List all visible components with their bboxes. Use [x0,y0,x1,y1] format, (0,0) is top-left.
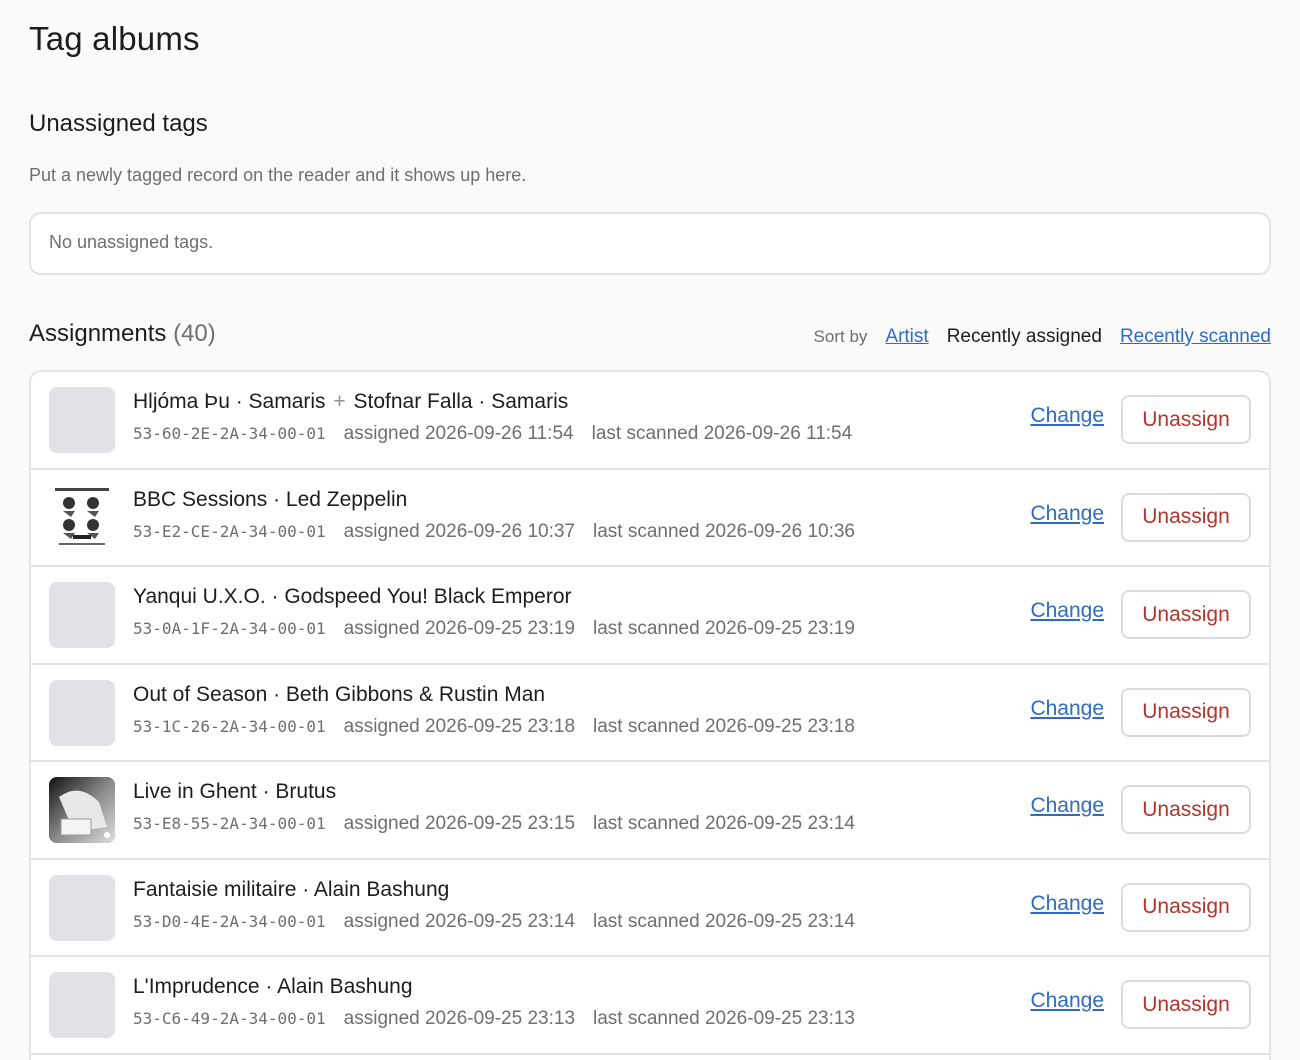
last-scanned-time: last scanned 2026-09-26 10:36 [593,520,855,542]
unassign-button[interactable]: Unassign [1121,590,1251,639]
album-title-primary: Live in Ghent · Brutus [133,780,337,803]
sort-option-recently-assigned: Recently assigned [946,326,1102,347]
tag-id: 53-0A-1F-2A-34-00-01 [133,619,326,638]
tag-id: 53-E8-55-2A-34-00-01 [133,814,326,833]
assignment-meta: 53-1C-26-2A-34-00-01 assigned 2026-09-25… [133,716,855,738]
assignment-row: Out of Season · Beth Gibbons & Rustin Ma… [31,665,1269,762]
tag-id: 53-E2-CE-2A-34-00-01 [133,521,326,541]
change-link[interactable]: Change [1030,989,1104,1013]
assignments-header: Assignments (40) Sort by Artist Recently… [29,320,1271,354]
assignment-row: Yanqui U.X.O. · Godspeed You! Black Empe… [31,567,1269,665]
unassign-button[interactable]: Unassign [1121,882,1251,932]
assigned-time: assigned 2026-09-25 23:14 [343,910,576,932]
unassign-button[interactable]: Unassign [1121,687,1251,737]
album-title: Hljóma Þu · Samaris + Stofnar Falla · Sa… [133,390,568,414]
album-art [49,972,115,1038]
album-title-plus: + [333,390,346,413]
unassign-button[interactable]: Unassign [1121,395,1251,444]
unassigned-empty-box: No unassigned tags. [29,212,1271,275]
album-title-primary: Yanqui U.X.O. · Godspeed You! Black Empe… [133,585,572,608]
album-title: L'Imprudence · Alain Bashung [133,975,413,999]
assignment-meta: 53-C6-49-2A-34-00-01 assigned 2026-09-25… [133,1008,855,1030]
album-title-primary: BBC Sessions · Led Zeppelin [133,487,408,511]
last-scanned-time: last scanned 2026-09-25 23:13 [593,1008,855,1029]
unassign-button[interactable]: Unassign [1121,980,1251,1029]
album-title: Yanqui U.X.O. · Godspeed You! Black Empe… [133,585,572,609]
album-title: BBC Sessions · Led Zeppelin [133,488,407,512]
sort-label: Sort by [813,327,868,346]
assignments-count: (40) [173,320,216,347]
album-title-primary: Fantaisie militaire · Alain Bashung [133,877,450,901]
tag-id: 53-D0-4E-2A-34-00-01 [133,911,326,931]
assignment-row: Fantaisie militaire · Alain Bashung 53-D… [31,860,1269,957]
assigned-time: assigned 2026-09-26 11:54 [343,423,574,444]
sort-option-artist[interactable]: Artist [885,326,928,348]
change-link[interactable]: Change [1030,502,1104,526]
assigned-time: assigned 2026-09-25 23:19 [343,618,576,639]
album-title: Fantaisie militaire · Alain Bashung [133,878,449,902]
album-art [49,582,115,648]
assignments-list: Hljóma Þu · Samaris + Stofnar Falla · Sa… [29,370,1271,1060]
unassigned-empty-text: No unassigned tags. [49,232,214,252]
last-scanned-time: last scanned 2026-09-25 23:14 [593,813,855,834]
last-scanned-time: last scanned 2026-09-25 23:18 [593,715,855,737]
change-link[interactable]: Change [1030,404,1104,428]
assignment-meta: 53-E8-55-2A-34-00-01 assigned 2026-09-25… [133,813,855,835]
change-link[interactable]: Change [1030,599,1104,623]
album-title-primary: Hljóma Þu · Samaris [133,390,326,413]
last-scanned-time: last scanned 2026-09-25 23:14 [593,910,855,932]
assignment-row: L'Imprudence · Alain Bashung 53-C6-49-2A… [31,957,1269,1055]
album-title: Live in Ghent · Brutus [133,780,336,804]
assigned-time: assigned 2026-09-25 23:13 [343,1008,576,1029]
assignment-meta: 53-0A-1F-2A-34-00-01 assigned 2026-09-25… [133,618,855,640]
album-art [49,777,115,843]
last-scanned-time: last scanned 2026-09-26 11:54 [591,423,853,444]
page-title: Tag albums [29,20,200,57]
album-art [49,387,115,453]
assignment-row: BBC Sessions · Led Zeppelin 53-E2-CE-2A-… [31,470,1269,567]
assigned-time: assigned 2026-09-25 23:18 [343,715,576,737]
assignments-title: Assignments (40) [29,320,216,348]
tag-id: 53-1C-26-2A-34-00-01 [133,716,326,736]
album-title-primary: Out of Season · Beth Gibbons & Rustin Ma… [133,682,546,706]
tag-id: 53-60-2E-2A-34-00-01 [133,424,326,443]
sort-bar: Sort by Artist Recently assigned Recentl… [814,326,1271,348]
assigned-time: assigned 2026-09-25 23:15 [343,813,576,834]
sort-option-recently-scanned[interactable]: Recently scanned [1120,326,1271,348]
assignments-title-text: Assignments [29,320,167,347]
album-art [49,484,115,551]
unassigned-hint: Put a newly tagged record on the reader … [29,165,527,185]
album-title: Out of Season · Beth Gibbons & Rustin Ma… [133,683,545,707]
album-title-secondary: Stofnar Falla · Samaris [353,390,569,413]
unassign-button[interactable]: Unassign [1121,785,1251,834]
assigned-time: assigned 2026-09-26 10:37 [343,520,576,542]
assignment-row: Hljóma Þu · Samaris + Stofnar Falla · Sa… [31,372,1269,470]
assignment-meta: 53-60-2E-2A-34-00-01 assigned 2026-09-26… [133,423,852,445]
assignment-row: Live in Ghent · Brutus 53-E8-55-2A-34-00… [31,762,1269,860]
change-link[interactable]: Change [1030,794,1104,818]
zeppelin-cover-svg [49,484,115,551]
last-scanned-time: last scanned 2026-09-25 23:19 [593,618,855,639]
tag-id: 53-C6-49-2A-34-00-01 [133,1009,326,1028]
assignment-meta: 53-D0-4E-2A-34-00-01 assigned 2026-09-25… [133,911,855,933]
album-art [49,874,115,941]
unassigned-title: Unassigned tags [29,110,208,137]
album-title-primary: L'Imprudence · Alain Bashung [133,975,413,998]
assignment-meta: 53-E2-CE-2A-34-00-01 assigned 2026-09-26… [133,521,855,543]
album-art [49,679,115,746]
change-link[interactable]: Change [1030,697,1104,721]
change-link[interactable]: Change [1030,892,1104,916]
brutus-cover-svg [49,777,115,843]
unassign-button[interactable]: Unassign [1121,492,1251,542]
